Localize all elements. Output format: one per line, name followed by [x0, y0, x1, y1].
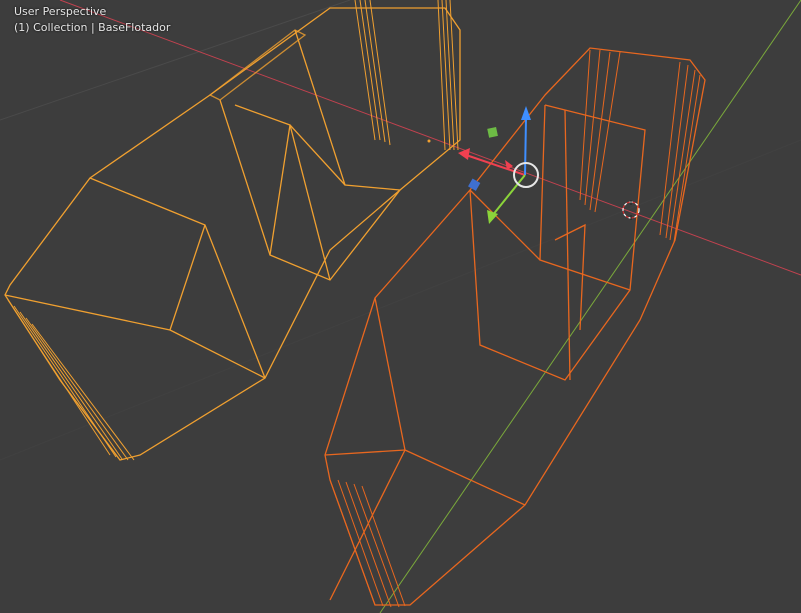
- move-gizmo-icon[interactable]: [458, 106, 539, 224]
- viewport-scene[interactable]: [0, 0, 801, 613]
- object-b-wireframe[interactable]: [324, 47, 706, 608]
- gizmo-z-arrow[interactable]: [521, 106, 531, 120]
- gizmo-y-axis[interactable]: [491, 174, 526, 217]
- 3d-viewport[interactable]: User Perspective (1) Collection | BaseFl…: [0, 0, 801, 613]
- gizmo-plane-xy[interactable]: [468, 178, 481, 191]
- gizmo-z-axis[interactable]: [524, 117, 527, 176]
- view-name: User Perspective: [14, 5, 107, 18]
- y-axis-line: [379, 0, 801, 613]
- object-a-origin[interactable]: [427, 139, 431, 143]
- viewport-info: User Perspective (1) Collection | BaseFl…: [14, 4, 170, 36]
- object-a-wireframe[interactable]: [4, 0, 461, 461]
- collection-label: (1) Collection | BaseFlotador: [14, 21, 171, 34]
- gizmo-plane-yz[interactable]: [487, 127, 498, 138]
